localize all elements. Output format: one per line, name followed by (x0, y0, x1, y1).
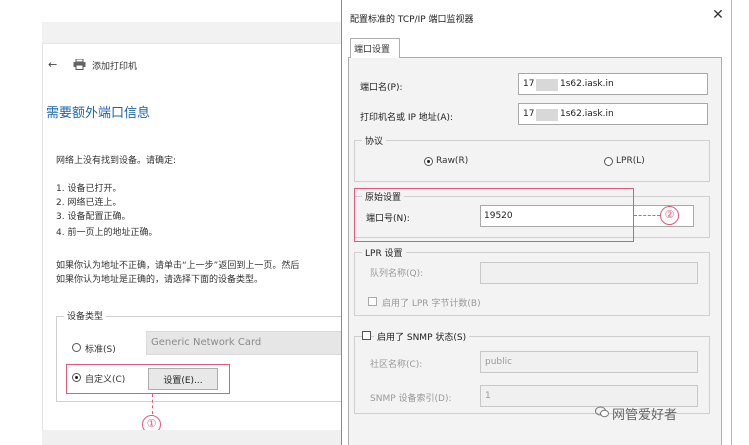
instruction-paragraph: 如果你认为地址是正确的，请选择下面的设备类型。 (56, 275, 264, 285)
community-name-input[interactable] (480, 351, 698, 373)
host-address-value-start: 17 (523, 109, 535, 119)
callout-line (634, 215, 660, 216)
standard-radio[interactable] (72, 343, 81, 352)
wizard-titlebar (42, 22, 342, 44)
wizard-heading: 需要额外端口信息 (46, 106, 151, 121)
lpr-settings-label: LPR 设置 (362, 246, 406, 259)
protocol-label: 协议 (362, 134, 387, 147)
lpr-radio[interactable] (604, 157, 613, 166)
printer-icon (73, 59, 86, 70)
close-button[interactable]: ✕ (710, 7, 726, 25)
snmp-status-label: 启用了 SNMP 状态(S) (374, 330, 470, 343)
wizard-footer (42, 430, 342, 445)
check-intro-text: 网络上没有找到设备。请确定: (56, 156, 177, 166)
host-address-value-end: 1s62.iask.in (560, 109, 614, 119)
callout-marker-2: ② (660, 206, 679, 225)
tab-port-settings-label: 端口设置 (354, 45, 391, 55)
dialog-title: 配置标准的 TCP/IP 端口监视器 (350, 15, 474, 25)
callout-line (152, 394, 153, 414)
port-number-highlight (354, 188, 634, 242)
community-name-label: 社区名称(C): (370, 360, 423, 370)
back-arrow-icon[interactable]: ← (48, 58, 57, 71)
community-name-value: public (485, 357, 513, 367)
raw-radio-label: Raw(R) (436, 156, 469, 166)
wizard-title: 添加打印机 (92, 62, 138, 72)
port-name-value-end: 1s62.iask.in (560, 79, 614, 89)
check-item: 1. 设备已打开。 (56, 184, 122, 194)
raw-radio[interactable] (424, 157, 433, 166)
queue-name-input[interactable] (480, 262, 698, 284)
host-address-label: 打印机名或 IP 地址(A): (360, 113, 454, 123)
port-name-label: 端口名(P): (360, 83, 403, 93)
lpr-radio-label: LPR(L) (616, 156, 645, 166)
device-type-label: 设备类型 (64, 309, 107, 322)
instruction-paragraph: 如果你认为地址不正确，请单击“上一步”返回到上一页。然后 (56, 261, 300, 271)
snmp-device-index-value: 1 (485, 391, 491, 401)
snmp-status-checkbox[interactable] (362, 331, 371, 340)
redacted-region (536, 109, 558, 121)
standard-radio-label: 标准(S) (85, 345, 116, 355)
snmp-device-index-label: SNMP 设备索引(D): (370, 394, 452, 404)
check-item: 3. 设备配置正确。 (56, 212, 131, 222)
check-item: 4. 前一页上的地址正确。 (56, 228, 158, 238)
port-name-value-start: 17 (523, 79, 535, 89)
redacted-region (536, 79, 558, 91)
watermark-text: 网管爱好者 (612, 408, 678, 423)
custom-option-highlight (66, 364, 230, 394)
protocol-group (354, 140, 710, 182)
lpr-byte-count-label: 启用了 LPR 字节计数(B) (382, 299, 481, 309)
standard-device-value: Generic Network Card (151, 337, 262, 348)
lpr-byte-count-checkbox[interactable] (368, 297, 377, 306)
wechat-icon (595, 406, 609, 418)
queue-name-label: 队列名称(Q): (370, 269, 424, 279)
check-item: 2. 网络已连上。 (56, 198, 122, 208)
